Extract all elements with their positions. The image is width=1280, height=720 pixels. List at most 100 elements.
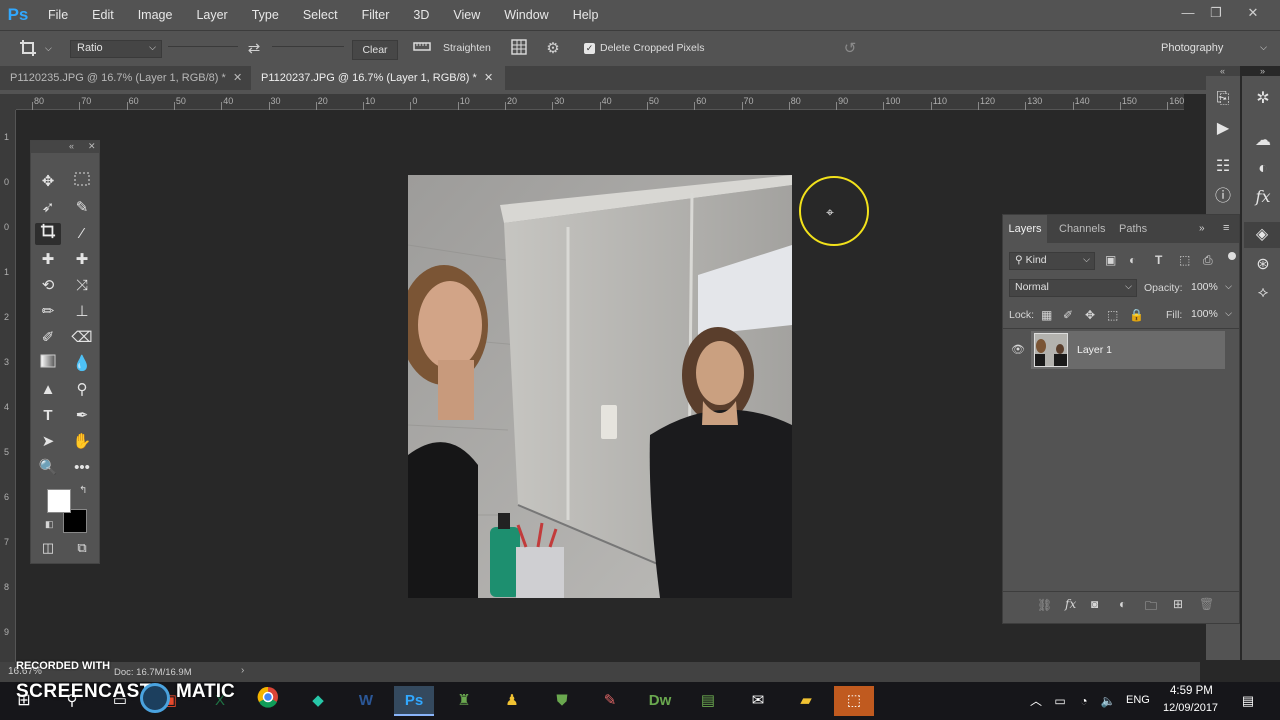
close-button[interactable]: ✕ bbox=[1244, 5, 1262, 21]
workspace-select[interactable]: Photography ⌵ bbox=[1154, 40, 1272, 58]
ratio-select[interactable]: Ratio ⌵ bbox=[70, 40, 162, 58]
add-mask-icon[interactable]: ◙ bbox=[1091, 597, 1098, 611]
opacity-field[interactable]: 100% ⌵ bbox=[1185, 279, 1233, 297]
new-layer-icon[interactable]: ⊞ bbox=[1173, 597, 1183, 611]
menu-select[interactable]: Select bbox=[291, 8, 350, 22]
menu-type[interactable]: Type bbox=[240, 8, 291, 22]
quick-select-tool-icon[interactable]: ✎ bbox=[69, 197, 95, 219]
transform-tool-icon[interactable]: ⟲ bbox=[35, 275, 61, 297]
swap-colors-icon[interactable]: ↰ bbox=[79, 485, 87, 496]
lasso-tool-icon[interactable]: ➶ bbox=[35, 197, 61, 219]
dodge-tool-icon[interactable]: ▲ bbox=[35, 379, 61, 401]
collapse-icon[interactable]: « bbox=[1220, 66, 1225, 76]
menu-help[interactable]: Help bbox=[561, 8, 611, 22]
filter-smart-object-icon[interactable]: ⎙ bbox=[1203, 253, 1213, 268]
clone-stamp-tool-icon[interactable]: ⊥ bbox=[69, 301, 95, 323]
fx-styles-icon[interactable]: fx bbox=[1246, 184, 1280, 210]
adjustments-icon[interactable]: ✲ bbox=[1246, 86, 1280, 112]
new-group-icon[interactable]: 🗀 bbox=[1145, 597, 1157, 618]
healing-brush-tool-icon[interactable]: ✚ bbox=[35, 249, 61, 271]
layer-row[interactable]: Layer 1 bbox=[1031, 331, 1225, 369]
clock-time[interactable]: 4:59 PM bbox=[1170, 685, 1213, 697]
filter-type-icon[interactable]: T bbox=[1155, 253, 1162, 267]
blur-tool-icon[interactable]: 💧 bbox=[69, 353, 95, 375]
properties-panel-icon[interactable]: ☷ bbox=[1206, 154, 1240, 180]
marquee-tool-icon[interactable] bbox=[69, 171, 95, 193]
blend-mode-select[interactable]: Normal ⌵ bbox=[1009, 279, 1137, 297]
gradient-tool-icon[interactable] bbox=[35, 353, 61, 375]
brush-tool-icon[interactable]: ✏ bbox=[35, 301, 61, 323]
lock-artboard-icon[interactable]: ⬚ bbox=[1107, 308, 1118, 322]
gear-icon[interactable]: ⚙ bbox=[543, 39, 563, 59]
straighten-icon[interactable] bbox=[412, 39, 432, 59]
paths-panel-icon[interactable]: ⟡ bbox=[1246, 280, 1280, 306]
crop-tool-icon[interactable] bbox=[35, 223, 61, 245]
filter-kind-select[interactable]: ⚲ Kind ⌵ bbox=[1009, 252, 1095, 270]
screen-mode-icon[interactable]: ⧉ bbox=[69, 537, 95, 559]
layer-name[interactable]: Layer 1 bbox=[1077, 344, 1112, 356]
filter-pixel-icon[interactable]: ▣ bbox=[1105, 253, 1116, 267]
shuffle-tool-icon[interactable]: ⤨ bbox=[69, 275, 95, 297]
tab-layers[interactable]: Layers bbox=[1003, 215, 1047, 243]
spreadsheet-icon[interactable]: ▤ bbox=[688, 686, 728, 716]
link-layers-icon[interactable]: ⛓ bbox=[1037, 598, 1052, 612]
collapse-icon[interactable]: » bbox=[1260, 66, 1265, 76]
default-colors-icon[interactable]: ◧ bbox=[45, 519, 54, 530]
battery-icon[interactable]: ▭ bbox=[1050, 686, 1070, 716]
crop-tool-preset-icon[interactable] bbox=[18, 39, 38, 59]
chevron-right-icon[interactable]: › bbox=[241, 665, 244, 676]
menu-image[interactable]: Image bbox=[126, 8, 185, 22]
clear-button[interactable]: Clear bbox=[352, 40, 398, 60]
history-brush-tool-icon[interactable]: ✐ bbox=[35, 327, 61, 349]
panel-menu-icon[interactable]: ≡ bbox=[1223, 222, 1229, 234]
tab-document-1[interactable]: P1120235.JPG @ 16.7% (Layer 1, RGB/8) * … bbox=[0, 66, 250, 90]
delete-cropped-label[interactable]: Delete Cropped Pixels bbox=[600, 42, 704, 54]
collapse-icon[interactable]: « bbox=[69, 141, 74, 151]
channels-panel-icon[interactable]: ⊛ bbox=[1246, 252, 1280, 278]
type-tool-icon[interactable]: T bbox=[35, 405, 61, 427]
history-panel-icon[interactable]: ⎘ bbox=[1206, 86, 1240, 112]
fx-icon[interactable]: fx bbox=[1065, 597, 1076, 611]
straighten-label[interactable]: Straighten bbox=[443, 42, 491, 54]
eraser-tool-icon[interactable]: ⌫ bbox=[69, 327, 95, 349]
trash-icon[interactable]: 🗑 bbox=[1199, 597, 1214, 611]
close-icon[interactable]: ✕ bbox=[88, 141, 96, 152]
chrome-icon[interactable] bbox=[248, 686, 288, 716]
reset-icon[interactable]: ↺ bbox=[840, 39, 860, 59]
document-image[interactable] bbox=[408, 175, 792, 598]
info-icon[interactable]: ⓘ bbox=[1206, 184, 1240, 210]
mail-icon[interactable]: ✉ bbox=[738, 686, 778, 716]
restore-button[interactable]: ❐ bbox=[1207, 5, 1225, 21]
filter-shape-icon[interactable]: ⬚ bbox=[1179, 253, 1190, 267]
filter-toggle-icon[interactable] bbox=[1228, 252, 1236, 260]
volume-icon[interactable]: 🔈 bbox=[1098, 686, 1118, 716]
height-field[interactable] bbox=[272, 46, 344, 47]
network-icon[interactable]: ◔ bbox=[1074, 686, 1094, 716]
horizontal-ruler[interactable]: 80 70 60 50 40 30 20 10 0 10 20 30 40 50 60 70 80 90 100 11… bbox=[16, 94, 1184, 110]
expand-icon[interactable]: » bbox=[1199, 223, 1205, 234]
zoom-search-tool-icon[interactable]: ⚲ bbox=[69, 379, 95, 401]
sticky-notes-icon[interactable]: ▰ bbox=[786, 686, 826, 716]
game-icon[interactable]: ♜ bbox=[444, 686, 484, 716]
photoshop-taskbar-icon[interactable]: Ps bbox=[394, 686, 434, 716]
adjustment-layer-icon[interactable]: ◐ bbox=[1119, 597, 1126, 611]
visibility-eye-icon[interactable]: 👁 bbox=[1011, 343, 1025, 356]
word-icon[interactable]: W bbox=[346, 686, 386, 716]
notifications-icon[interactable]: ▤ bbox=[1236, 686, 1260, 716]
actions-panel-icon[interactable]: ▶ bbox=[1206, 116, 1240, 142]
pen-tool-icon[interactable]: ✒ bbox=[69, 405, 95, 427]
vertical-ruler[interactable]: 1 0 0 1 2 3 4 5 6 7 8 9 bbox=[0, 110, 16, 662]
width-field[interactable] bbox=[168, 46, 238, 47]
tab-document-2[interactable]: P1120237.JPG @ 16.7% (Layer 1, RGB/8) * … bbox=[251, 66, 505, 90]
lock-image-icon[interactable]: ✐ bbox=[1063, 308, 1073, 322]
close-icon[interactable]: ✕ bbox=[233, 66, 242, 90]
filter-adjustment-icon[interactable]: ◐ bbox=[1129, 253, 1136, 267]
layers-panel-icon[interactable]: ◈ bbox=[1244, 222, 1280, 248]
quick-mask-icon[interactable]: ◫ bbox=[35, 537, 61, 559]
delete-cropped-checkbox[interactable]: ✓ bbox=[584, 43, 595, 54]
path-selection-tool-icon[interactable]: ➤ bbox=[35, 431, 61, 453]
hand-tool-icon[interactable]: ✋ bbox=[69, 431, 95, 453]
language-indicator[interactable]: ENG bbox=[1126, 694, 1150, 706]
snipping-tool-icon[interactable]: ⬚ bbox=[834, 686, 874, 716]
menu-3d[interactable]: 3D bbox=[401, 8, 441, 22]
